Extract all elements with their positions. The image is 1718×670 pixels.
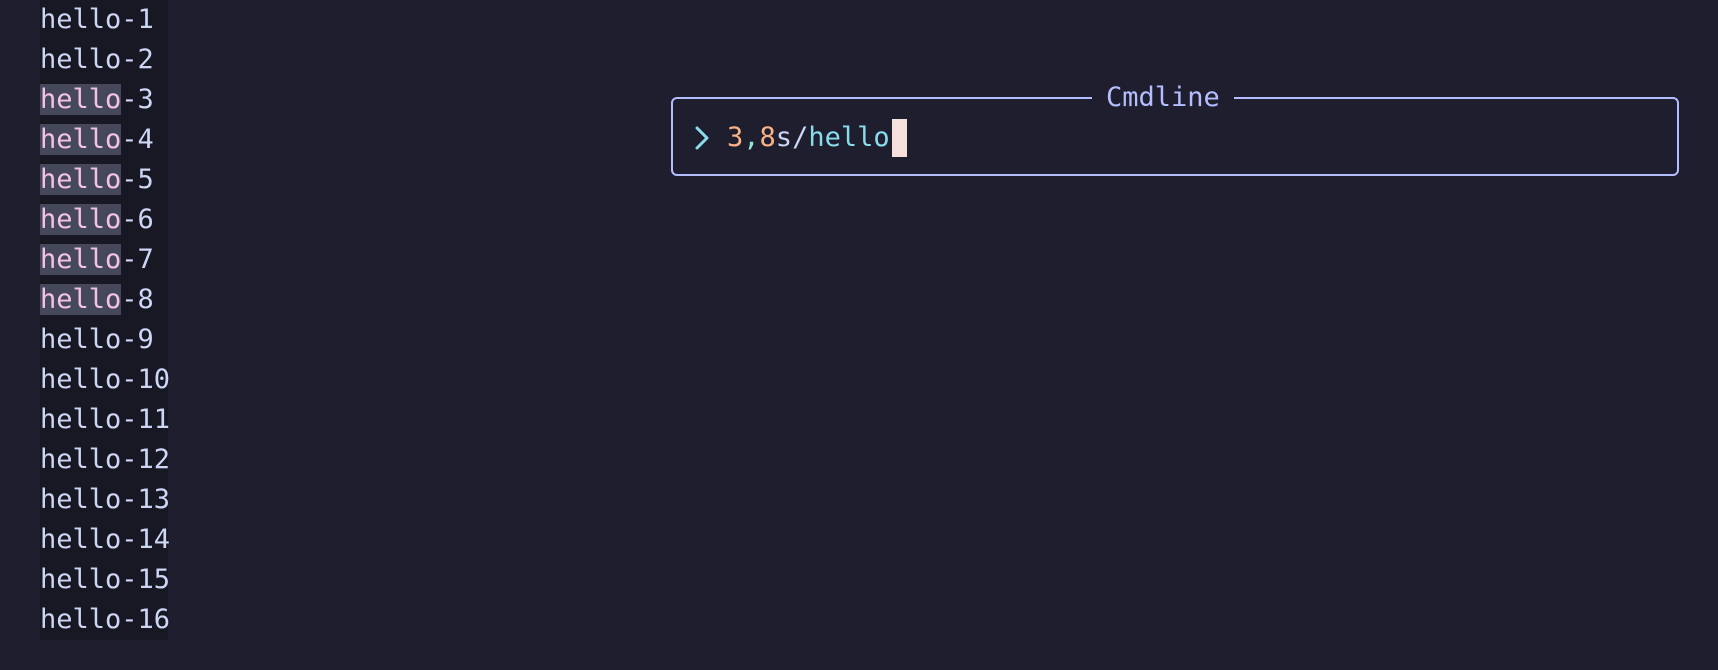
line-suffix: -9 [121,324,154,355]
line-text: hello-15 [40,564,170,595]
line-prefix: hello [40,4,122,35]
search-match: hello [40,244,122,275]
line-text: hello-13 [40,484,170,515]
search-match: hello [40,164,122,195]
range-separator: , [743,122,760,153]
buffer-line[interactable]: hello-11 [40,400,170,440]
line-prefix: hello [40,564,122,595]
range-end: 8 [759,122,776,153]
chevron-right-icon [693,118,715,158]
line-suffix: -5 [121,164,154,195]
buffer-line[interactable]: hello-8 [40,280,170,320]
buffer-line[interactable]: hello-7 [40,240,170,280]
line-suffix: -13 [121,484,171,515]
cmdline-popup[interactable]: Cmdline 3 , 8 s / hello [671,78,1679,176]
line-text: hello-4 [40,124,154,155]
search-match: hello [40,124,122,155]
line-text: hello-16 [40,604,170,635]
line-text: hello-12 [40,444,170,475]
range-start: 3 [727,122,744,153]
buffer-line[interactable]: hello-9 [40,320,170,360]
line-text: hello-1 [40,4,154,35]
line-suffix: -3 [121,84,154,115]
line-prefix: hello [40,604,122,635]
line-prefix: hello [40,364,122,395]
buffer-line[interactable]: hello-4 [40,120,170,160]
line-suffix: -1 [121,4,154,35]
line-suffix: -8 [121,284,154,315]
buffer-line[interactable]: hello-10 [40,360,170,400]
substitute-command: s [775,122,793,153]
line-suffix: -16 [121,604,171,635]
pattern-delimiter: / [792,122,809,153]
buffer-line[interactable]: hello-6 [40,200,170,240]
buffer-line[interactable]: hello-3 [40,80,170,120]
line-text: hello-2 [40,44,154,75]
buffer-line[interactable]: hello-2 [40,40,170,80]
line-text: hello-10 [40,364,170,395]
line-suffix: -4 [121,124,154,155]
buffer-line[interactable]: hello-13 [40,480,170,520]
cmdline-input[interactable]: 3 , 8 s / hello [693,118,907,158]
line-text: hello-9 [40,324,154,355]
line-suffix: -11 [121,404,171,435]
line-prefix: hello [40,524,122,555]
buffer-line[interactable]: hello-16 [40,600,170,640]
line-suffix: -14 [121,524,171,555]
line-prefix: hello [40,444,122,475]
text-cursor [891,119,907,157]
line-suffix: -7 [121,244,154,275]
line-prefix: hello [40,404,122,435]
line-prefix: hello [40,324,122,355]
search-match: hello [40,284,122,315]
line-suffix: -10 [121,364,171,395]
line-text: hello-8 [40,284,154,315]
buffer-line[interactable]: hello-5 [40,160,170,200]
cmdline-title: Cmdline [1092,78,1234,118]
line-text: hello-3 [40,84,154,115]
search-pattern: hello [808,122,890,153]
buffer-line[interactable]: hello-1 [40,0,170,40]
line-text: hello-14 [40,524,170,555]
search-match: hello [40,84,122,115]
line-prefix: hello [40,484,122,515]
buffer-line[interactable]: hello-12 [40,440,170,480]
line-text: hello-11 [40,404,170,435]
line-prefix: hello [40,44,122,75]
line-suffix: -12 [121,444,171,475]
line-suffix: -2 [121,44,154,75]
editor-buffer[interactable]: hello-1 hello-2 hello-3 hello-4 hello-5 hello… [40,0,170,640]
line-suffix: -6 [121,204,154,235]
buffer-line[interactable]: hello-15 [40,560,170,600]
buffer-line[interactable]: hello-14 [40,520,170,560]
search-match: hello [40,204,122,235]
line-text: hello-6 [40,204,154,235]
line-text: hello-5 [40,164,154,195]
line-text: hello-7 [40,244,154,275]
line-suffix: -15 [121,564,171,595]
